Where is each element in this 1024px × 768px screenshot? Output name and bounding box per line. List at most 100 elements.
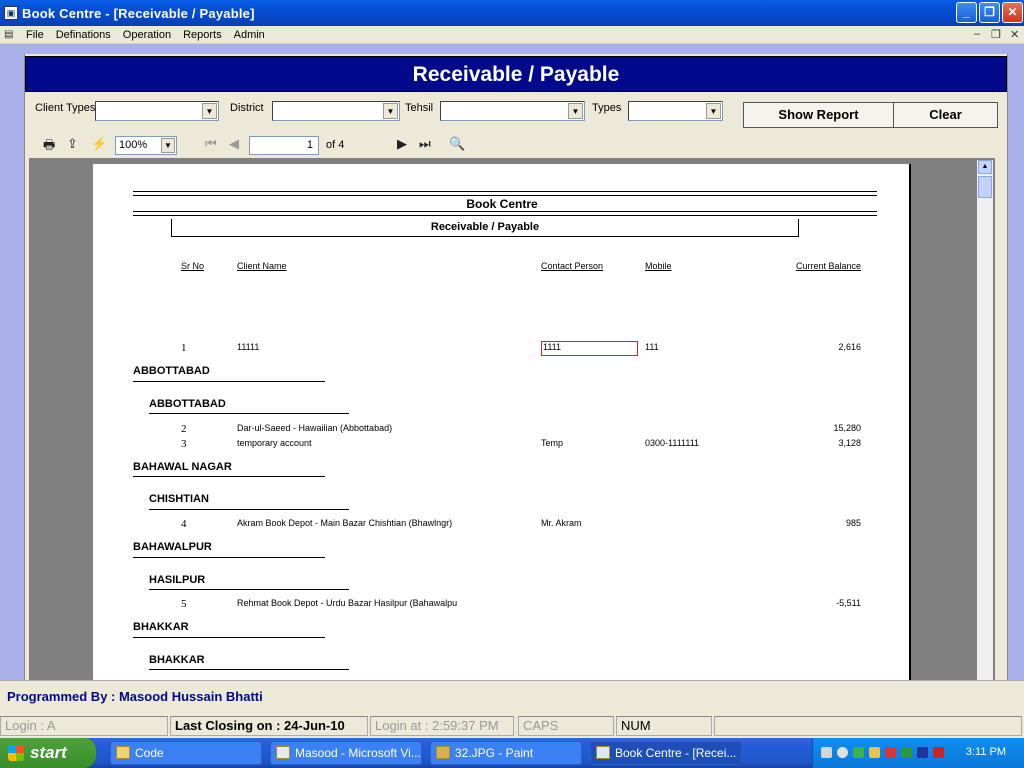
district-group: BAHAWALPUR [133, 541, 212, 553]
task-visual-basic[interactable]: Masood - Microsoft Vi... [270, 741, 422, 765]
task-book-centre[interactable]: Book Centre - [Recei... [590, 741, 742, 765]
filter-row: Client Types ▼ District ▼ Tehsil ▼ Types… [25, 94, 1007, 128]
col-current-balance: Current Balance [795, 261, 861, 271]
page-number-input[interactable]: 1 [249, 136, 319, 155]
mdi-child-icon[interactable]: ▤ [4, 29, 18, 41]
windows-logo-icon [8, 745, 24, 761]
row-client: Akram Book Depot - Main Bazar Chishtian … [237, 518, 453, 528]
previous-page-icon[interactable]: ◀ [229, 136, 239, 152]
district-group: ABBOTTABAD [133, 365, 210, 377]
scroll-up-icon[interactable]: ▲ [978, 160, 992, 174]
chevron-down-icon[interactable]: ▼ [383, 103, 398, 119]
row-client: 11111 [237, 342, 260, 352]
row-sr: 2 [181, 423, 187, 435]
row-balance: 2,616 [838, 342, 861, 352]
divider [133, 215, 877, 216]
row-sr: 5 [181, 598, 187, 610]
monitor-icon[interactable] [901, 747, 912, 758]
clear-button[interactable]: Clear [893, 102, 998, 128]
app-tray-icon[interactable] [917, 747, 928, 758]
row-contact: Temp [541, 438, 564, 448]
row-sr: 4 [181, 518, 187, 530]
mdi-close-icon[interactable]: ✕ [1010, 28, 1019, 41]
client-types-select[interactable]: ▼ [95, 101, 219, 121]
start-button[interactable]: start [0, 738, 96, 768]
status-last-closing: Last Closing on : 24-Jun-10 [170, 716, 368, 736]
scroll-thumb[interactable] [978, 176, 992, 198]
folder-icon [116, 746, 130, 759]
chevron-down-icon[interactable]: ▼ [202, 103, 217, 119]
app-window-icon [596, 746, 610, 759]
divider [133, 195, 877, 196]
divider [133, 476, 325, 477]
show-report-button[interactable]: Show Report [743, 102, 894, 128]
district-group: BHAKKAR [133, 621, 189, 633]
menu-operation[interactable]: Operation [117, 29, 177, 41]
district-select[interactable]: ▼ [272, 101, 400, 121]
types-label: Types [592, 102, 622, 114]
row-client: Dar-ul-Saeed - Hawailian (Abbottabad) [237, 423, 393, 433]
status-bar: Login : A Last Closing on : 24-Jun-10 Lo… [0, 714, 1024, 738]
district-group: BAHAWAL NAGAR [133, 461, 232, 473]
refresh-icon[interactable]: ⚡ [91, 136, 107, 152]
first-page-icon[interactable]: ⏮ [205, 136, 217, 152]
divider [133, 211, 877, 212]
task-paint[interactable]: 32.JPG - Paint [430, 741, 582, 765]
minimize-button[interactable]: _ [956, 2, 977, 23]
volume-icon[interactable] [837, 747, 848, 758]
network-icon[interactable] [821, 747, 832, 758]
alert-icon[interactable] [885, 747, 896, 758]
page-count: of 4 [326, 139, 345, 151]
pen-icon[interactable] [869, 747, 880, 758]
ide-icon [276, 746, 290, 759]
tehsil-group: CHISHTIAN [149, 493, 209, 505]
programmer-bar: Programmed By : Masood Hussain Bhatti [0, 680, 1024, 714]
row-mobile: 0300-1111111 [645, 438, 700, 448]
security-icon[interactable] [853, 747, 864, 758]
zoom-select[interactable]: 100% ▼ [115, 136, 177, 155]
mdi-restore-icon[interactable]: ❐ [991, 28, 1001, 41]
task-code[interactable]: Code [110, 741, 262, 765]
col-mobile: Mobile [645, 261, 672, 271]
close-button[interactable]: ✕ [1002, 2, 1023, 23]
export-icon[interactable]: ⇪ [67, 136, 78, 152]
chevron-down-icon[interactable]: ▼ [568, 103, 583, 119]
menu-file[interactable]: File [20, 29, 50, 41]
viewer-toolbar: 🖶 ⇪ ⚡ 100% ▼ ⏮ ◀ 1 of 4 ▶ ⏭ 🔍 [29, 134, 995, 158]
client-types-label: Client Types [35, 102, 96, 114]
shield-icon[interactable] [933, 747, 944, 758]
system-tray: 3:11 PM [812, 738, 1024, 768]
row-sr: 3 [181, 438, 187, 450]
menu-admin[interactable]: Admin [228, 29, 271, 41]
window-title: Book Centre - [Receivable / Payable] [22, 5, 255, 21]
row-contact-selected[interactable]: 1111 [541, 341, 638, 356]
status-login: Login : A [0, 716, 168, 736]
divider [149, 669, 349, 670]
subtitle-box: Receivable / Payable [171, 219, 799, 237]
restore-button[interactable]: ❐ [979, 2, 1000, 23]
tehsil-select[interactable]: ▼ [440, 101, 585, 121]
clock: 3:11 PM [965, 746, 1006, 758]
types-select[interactable]: ▼ [628, 101, 723, 121]
next-page-icon[interactable]: ▶ [397, 136, 407, 152]
tehsil-label: Tehsil [405, 102, 434, 114]
print-icon[interactable]: 🖶 [43, 136, 55, 158]
divider [133, 191, 877, 192]
row-mobile: 111 [645, 342, 659, 352]
tehsil-group: BHAKKAR [149, 654, 205, 666]
app-icon[interactable]: ▣ [4, 6, 18, 20]
divider [133, 637, 325, 638]
chevron-down-icon[interactable]: ▼ [706, 103, 721, 119]
status-caps: CAPS [518, 716, 614, 736]
vertical-scrollbar[interactable]: ▲ [977, 160, 993, 680]
search-icon[interactable]: 🔍 [449, 136, 465, 152]
last-page-icon[interactable]: ⏭ [419, 136, 431, 152]
tehsil-group: ABBOTTABAD [149, 398, 226, 410]
chevron-down-icon[interactable]: ▼ [161, 138, 175, 153]
menu-reports[interactable]: Reports [177, 29, 228, 41]
row-client: temporary account [237, 438, 312, 448]
menu-definations[interactable]: Definations [50, 29, 117, 41]
report-company: Book Centre [466, 197, 538, 211]
mdi-client-area: Receivable / Payable Client Types ▼ Dist… [0, 44, 1024, 680]
mdi-minimize-icon[interactable]: – [974, 28, 980, 40]
